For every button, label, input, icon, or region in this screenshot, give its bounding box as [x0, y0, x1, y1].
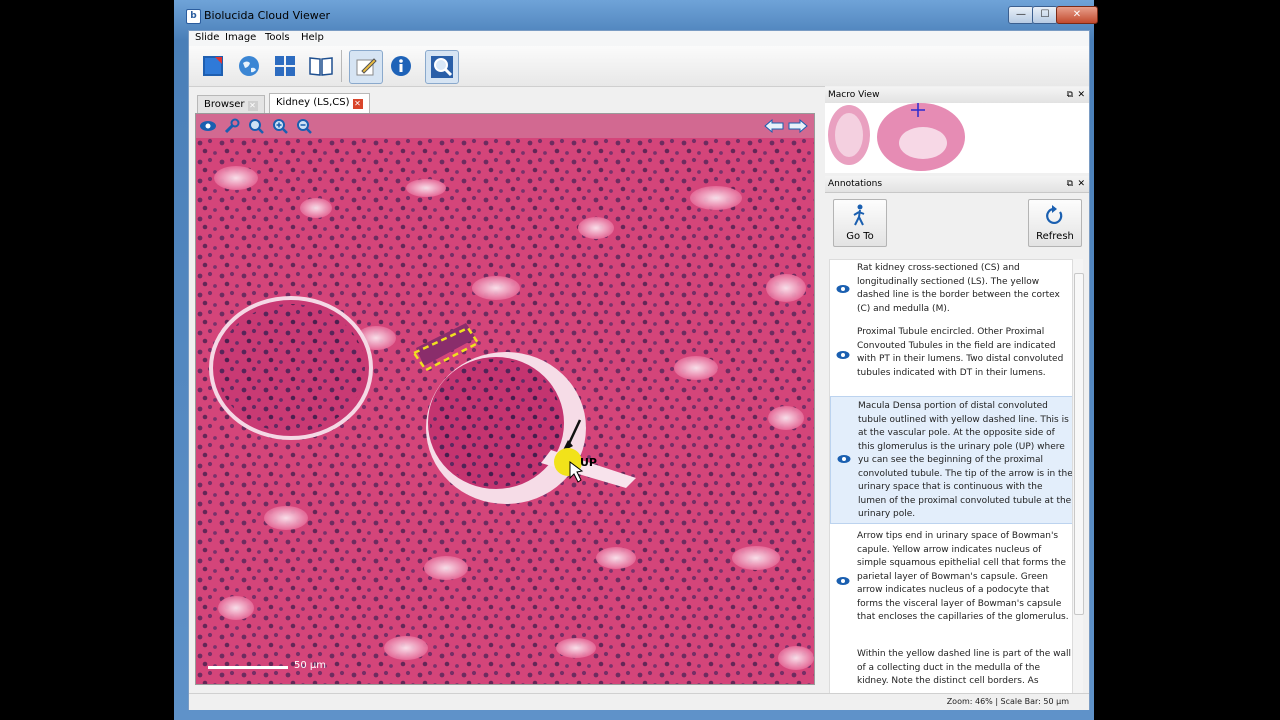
desktop-right — [1094, 0, 1280, 720]
menu-slide[interactable]: Slide — [195, 32, 219, 43]
client-area: Slide Image Tools Help Browser ✕ Kidney … — [188, 30, 1090, 710]
main-toolbar — [189, 46, 1089, 87]
slide-viewer[interactable]: UP 50 µm — [195, 113, 815, 685]
maximize-button[interactable]: ☐ — [1032, 6, 1058, 24]
close-icon[interactable]: ✕ — [1077, 87, 1085, 103]
slide-panel: Browser ✕ Kidney (LS,CS) ✕ UP 50 µm — [195, 89, 821, 689]
eye-icon[interactable] — [837, 454, 851, 464]
annotation-text: Proximal Tubule encircled. Other Proxima… — [857, 327, 1064, 378]
zoom-out-icon — [297, 119, 312, 134]
annotations-panel: Go To Refresh Rat kidney cross-sectioned… — [825, 193, 1089, 701]
tab-browser[interactable]: Browser ✕ — [197, 95, 265, 114]
info-icon — [391, 56, 411, 76]
eye-icon[interactable] — [836, 284, 850, 294]
list-item[interactable]: Arrow tips end in urinary space of Bowma… — [830, 530, 1072, 642]
list-item[interactable]: Within the yellow dashed line is part of… — [830, 648, 1072, 698]
go-to-button[interactable]: Go To — [833, 199, 887, 247]
annotation-text: Within the yellow dashed line is part of… — [857, 649, 1071, 686]
macro-view-header: Macro View ⧉ ✕ — [825, 87, 1089, 104]
go-to-label: Go To — [846, 231, 874, 242]
tab-kidney[interactable]: Kidney (LS,CS) ✕ — [269, 93, 370, 114]
annotations-scrollbar[interactable] — [1073, 259, 1084, 699]
annotations-header: Annotations ⧉ ✕ — [825, 176, 1089, 193]
magnify-button[interactable] — [425, 50, 459, 84]
annotation-text: Arrow tips end in urinary space of Bowma… — [857, 531, 1069, 622]
macro-thumbnail — [828, 103, 965, 171]
arrow-left-icon — [764, 119, 784, 133]
list-item[interactable]: Rat kidney cross-sectioned (CS) and long… — [830, 262, 1072, 322]
app-icon: b — [186, 9, 201, 24]
window-title: Biolucida Cloud Viewer — [204, 9, 330, 22]
list-item[interactable]: Proximal Tubule encircled. Other Proxima… — [830, 326, 1072, 390]
tab-kidney-label: Kidney (LS,CS) — [276, 97, 350, 108]
tissue-image — [196, 138, 814, 684]
menu-image[interactable]: Image — [225, 32, 256, 43]
zoom-fit-icon — [249, 119, 264, 134]
pencil-annotate-icon — [356, 58, 377, 76]
toggle-annotations-button[interactable] — [198, 117, 218, 135]
zoom-out-button[interactable] — [294, 117, 314, 135]
tab-browser-label: Browser — [204, 99, 245, 110]
book-icon — [309, 57, 333, 76]
tab-kidney-close-icon[interactable]: ✕ — [352, 99, 363, 109]
annotations-list: Rat kidney cross-sectioned (CS) and long… — [829, 259, 1073, 701]
menu-help[interactable]: Help — [301, 32, 324, 43]
tiles-button[interactable] — [269, 50, 301, 82]
zoom-in-icon — [273, 119, 288, 134]
tab-browser-close-icon[interactable]: ✕ — [247, 101, 258, 111]
next-button[interactable] — [788, 117, 808, 135]
refresh-label: Refresh — [1036, 231, 1074, 242]
tiles-icon — [275, 56, 295, 76]
scale-bar — [208, 666, 288, 669]
menu-tools[interactable]: Tools — [265, 32, 290, 43]
desktop-left — [0, 0, 174, 720]
previous-button[interactable] — [764, 117, 784, 135]
scrollbar-thumb[interactable] — [1074, 273, 1084, 615]
eye-icon[interactable] — [836, 576, 850, 586]
annotate-button[interactable] — [349, 50, 383, 84]
dock-icon[interactable]: ⧉ — [1067, 176, 1073, 192]
macro-view[interactable] — [825, 103, 1089, 173]
close-window-button[interactable]: ✕ — [1056, 6, 1098, 24]
wrench-icon — [224, 118, 240, 134]
zoom-status: Zoom: 46% | Scale Bar: 50 µm — [946, 697, 1069, 706]
annotations-title: Annotations — [828, 179, 883, 189]
zoom-in-button[interactable] — [270, 117, 290, 135]
minimize-button[interactable]: — — [1008, 6, 1034, 24]
status-bar: Zoom: 46% | Scale Bar: 50 µm — [189, 693, 1089, 710]
close-icon[interactable]: ✕ — [1077, 176, 1085, 192]
close-slide-icon — [203, 56, 223, 76]
dock-icon[interactable]: ⧉ — [1067, 87, 1073, 103]
side-panel: Macro View ⧉ ✕ Annotations ⧉ ✕ Go To Ref… — [825, 86, 1089, 706]
viewer-toolbar — [196, 114, 814, 138]
title-bar[interactable]: b Biolucida Cloud Viewer — ☐ ✕ — [174, 0, 1098, 30]
eye-icon — [200, 121, 216, 131]
globe-button[interactable] — [233, 50, 265, 82]
annotation-text: Rat kidney cross-sectioned (CS) and long… — [857, 263, 1060, 314]
menu-bar: Slide Image Tools Help — [189, 31, 1089, 46]
app-window: b Biolucida Cloud Viewer — ☐ ✕ Slide Ima… — [174, 0, 1098, 720]
scale-bar-label: 50 µm — [294, 660, 327, 671]
close-slide-button[interactable] — [197, 50, 229, 82]
zoom-fit-button[interactable] — [246, 117, 266, 135]
magnify-search-icon — [431, 56, 453, 78]
info-button[interactable] — [385, 50, 417, 82]
refresh-icon — [1046, 205, 1063, 224]
book-button[interactable] — [305, 50, 337, 82]
globe-icon — [239, 56, 259, 76]
toolbar-separator — [341, 50, 342, 82]
arrow-right-icon — [788, 119, 808, 133]
eye-icon[interactable] — [836, 350, 850, 360]
adjust-button[interactable] — [222, 117, 242, 135]
walking-person-icon — [853, 204, 865, 226]
macro-view-title: Macro View — [828, 90, 880, 100]
list-item-selected[interactable]: Macula Densa portion of distal convolute… — [830, 396, 1073, 524]
annotation-text: Macula Densa portion of distal convolute… — [858, 401, 1073, 519]
marker-label: UP — [580, 456, 597, 469]
refresh-button[interactable]: Refresh — [1028, 199, 1082, 247]
